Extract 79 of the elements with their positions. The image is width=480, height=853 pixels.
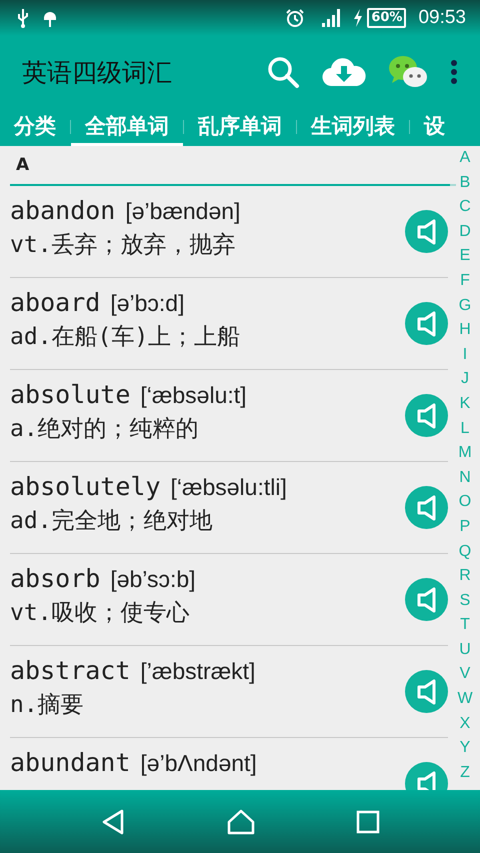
definition-text: ad.完全地；绝对地: [10, 507, 214, 536]
index-letter[interactable]: O: [458, 490, 472, 515]
word-text: absolutely: [10, 472, 161, 501]
speaker-button[interactable]: [405, 578, 448, 621]
index-letter[interactable]: K: [460, 392, 470, 417]
tab[interactable]: 全部单词: [71, 108, 183, 146]
section-header: A: [16, 155, 30, 175]
index-letter[interactable]: P: [460, 514, 470, 540]
index-letter[interactable]: J: [461, 367, 469, 392]
speaker-button[interactable]: [405, 394, 448, 437]
phonetic-text: [əb’sɔ:b]: [110, 566, 196, 593]
battery-indicator: 60%: [367, 8, 406, 28]
cloud-download-icon[interactable]: [322, 56, 366, 88]
recents-icon[interactable]: [356, 810, 380, 834]
speaker-icon: [416, 402, 438, 428]
speaker-icon: [416, 770, 438, 790]
signal-icon: [321, 8, 342, 28]
definition-text: vt.丢弃；放弃，抛弃: [10, 231, 237, 260]
word-text: abandon: [10, 196, 116, 225]
speaker-icon: [416, 494, 438, 520]
search-icon[interactable]: [266, 55, 300, 89]
speaker-icon: [416, 218, 438, 244]
speaker-button[interactable]: [405, 302, 448, 345]
definition-text: n.摘要: [10, 691, 85, 720]
phonetic-text: [ə’bɔ:d]: [110, 290, 184, 317]
definition-text: a.绝对的；纯粹的: [10, 415, 200, 444]
tab[interactable]: 乱序单词: [184, 108, 296, 146]
speaker-icon: [416, 586, 438, 612]
tab[interactable]: 设: [410, 108, 459, 146]
speaker-icon: [416, 310, 438, 336]
index-letter[interactable]: I: [462, 342, 468, 368]
word-text: abundant: [10, 748, 130, 777]
tab[interactable]: 分类: [0, 108, 70, 146]
speaker-button[interactable]: [405, 210, 448, 253]
word-text: abstract: [10, 656, 130, 685]
index-letter[interactable]: Z: [460, 760, 470, 786]
index-letter[interactable]: A: [460, 146, 470, 171]
app-title: 英语四级词汇: [22, 56, 172, 88]
phonetic-text: [’æbstrækt]: [140, 658, 256, 685]
index-letter[interactable]: Q: [458, 540, 472, 564]
index-letter[interactable]: M: [458, 441, 472, 466]
index-letter[interactable]: E: [460, 244, 470, 269]
chat-bubbles-icon[interactable]: [388, 55, 428, 89]
index-letter[interactable]: H: [459, 318, 471, 343]
back-icon[interactable]: [100, 808, 126, 834]
more-options-icon[interactable]: [450, 60, 458, 84]
speaker-button[interactable]: [405, 486, 448, 529]
definition-text: ad.在船(车)上；上船: [10, 323, 242, 352]
index-letter[interactable]: V: [460, 662, 470, 688]
word-text: aboard: [10, 288, 100, 317]
index-letter[interactable]: N: [459, 466, 471, 490]
index-letter[interactable]: U: [459, 638, 471, 662]
speaker-button[interactable]: [405, 670, 448, 713]
definition-text: vt.吸收；使专心: [10, 599, 191, 628]
index-letter[interactable]: R: [459, 564, 471, 589]
index-letter[interactable]: B: [460, 170, 470, 196]
index-letter[interactable]: S: [460, 588, 470, 614]
index-letter[interactable]: D: [459, 220, 471, 244]
index-letter[interactable]: F: [460, 268, 470, 294]
speaker-icon: [416, 678, 438, 704]
home-icon[interactable]: [226, 808, 255, 834]
index-letter[interactable]: W: [457, 687, 473, 712]
index-letter[interactable]: X: [460, 712, 470, 736]
word-text: absorb: [10, 564, 100, 593]
clock-time: 09:53: [418, 7, 466, 29]
phonetic-text: [‘æbsəlu:tli]: [170, 474, 287, 501]
alarm-icon: [285, 8, 306, 28]
tab[interactable]: 生词列表: [297, 108, 409, 146]
index-letter[interactable]: G: [458, 294, 472, 318]
index-letter[interactable]: Y: [460, 736, 470, 761]
phonetic-text: [ə’bΛndənt]: [140, 750, 257, 777]
phonetic-text: [ə’bændən]: [125, 198, 240, 225]
index-letter[interactable]: C: [459, 195, 471, 220]
word-text: absolute: [10, 380, 130, 409]
phonetic-text: [‘æbsəlu:t]: [140, 382, 247, 409]
usb-icon: [16, 8, 30, 28]
charging-icon: [353, 9, 364, 27]
index-letter[interactable]: T: [460, 613, 470, 638]
index-letter[interactable]: L: [460, 416, 470, 442]
